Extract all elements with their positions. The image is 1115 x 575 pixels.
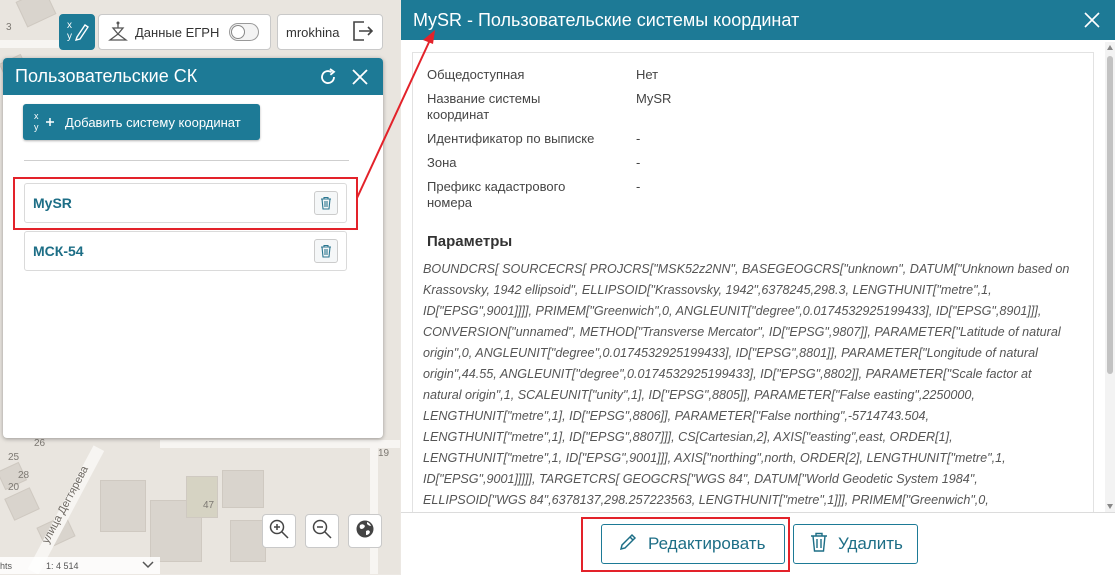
parameters-text: BOUNDCRS[ SOURCECRS[ PROJCRS["MSK52z2NN"… bbox=[423, 262, 1070, 507]
property-key: Идентификатор по выписке bbox=[427, 131, 595, 146]
trash-icon[interactable] bbox=[314, 239, 338, 263]
property-value: - bbox=[636, 131, 641, 146]
cadastre-icon bbox=[107, 20, 129, 45]
scroll-up-arrow[interactable] bbox=[1107, 45, 1113, 50]
trash-icon[interactable] bbox=[314, 191, 338, 215]
custom-cs-panel-header: Пользовательские СК bbox=[3, 58, 383, 95]
svg-text:x: x bbox=[67, 20, 72, 31]
map-house-number: 28 bbox=[18, 470, 30, 481]
details-scrollbar[interactable] bbox=[1105, 42, 1115, 512]
user-logout-button[interactable]: mrokhina bbox=[277, 14, 383, 50]
add-coordinate-system-button[interactable]: xy Добавить систему координат bbox=[23, 104, 260, 140]
map-road bbox=[160, 440, 400, 448]
map-scale-text: 1: 4 514 bbox=[46, 560, 79, 571]
map-house-number: 26 bbox=[34, 438, 46, 449]
egrn-data-toggle[interactable]: Данные ЕГРН bbox=[98, 14, 271, 50]
parameters-title: Параметры bbox=[427, 233, 513, 250]
xy-plus-icon: xy bbox=[33, 109, 55, 136]
cs-list-item[interactable]: МСК-54 bbox=[24, 231, 347, 271]
cs-details-header: MySR - Пользовательские системы координа… bbox=[401, 0, 1115, 40]
refresh-icon[interactable] bbox=[317, 66, 339, 88]
map-house-number: 19 bbox=[378, 448, 390, 459]
svg-text:y: y bbox=[34, 122, 39, 132]
globe-icon bbox=[354, 518, 376, 545]
egrn-switch[interactable] bbox=[229, 23, 260, 41]
edit-button[interactable]: Редактировать bbox=[601, 524, 785, 564]
close-icon[interactable] bbox=[349, 66, 371, 88]
cs-item-name: МСК-54 bbox=[33, 243, 84, 259]
map-house-number: 20 bbox=[8, 482, 20, 493]
user-name: mrokhina bbox=[286, 24, 340, 40]
map-building bbox=[222, 470, 264, 508]
svg-text:y: y bbox=[67, 31, 72, 42]
map-building bbox=[186, 476, 218, 518]
cs-details-panel: MySR - Пользовательские системы координа… bbox=[401, 0, 1115, 575]
property-value: Нет bbox=[636, 67, 659, 82]
map-house-number: 47 bbox=[203, 500, 215, 511]
zoom-out-icon bbox=[311, 518, 333, 545]
property-key: Зона bbox=[427, 155, 457, 170]
basemap-button[interactable] bbox=[348, 514, 382, 548]
coordinate-systems-button[interactable]: x y bbox=[59, 14, 95, 50]
map-building bbox=[230, 520, 266, 562]
map-house-number: 25 bbox=[8, 452, 20, 463]
add-button-label: Добавить систему координат bbox=[65, 114, 241, 130]
panel-title: Пользовательские СК bbox=[15, 66, 198, 86]
chevron-down-icon[interactable] bbox=[142, 560, 160, 571]
map-attribution: hts bbox=[0, 560, 13, 571]
property-value: - bbox=[636, 179, 641, 194]
cs-item-name: MySR bbox=[33, 195, 72, 211]
close-icon[interactable] bbox=[1081, 9, 1103, 31]
details-title: MySR - Пользовательские системы координа… bbox=[413, 9, 800, 30]
map-road bbox=[0, 40, 60, 48]
details-footer: Редактировать Удалить bbox=[401, 512, 1115, 575]
pencil-icon bbox=[618, 532, 638, 557]
property-key: Название системы координат bbox=[427, 91, 541, 122]
zoom-in-icon bbox=[268, 518, 290, 545]
delete-label: Удалить bbox=[838, 534, 903, 553]
property-value: MySR bbox=[636, 91, 672, 106]
trash-icon bbox=[810, 532, 828, 557]
property-key: Общедоступная bbox=[427, 67, 525, 82]
property-key: Префикс кадастрового номера bbox=[427, 179, 566, 210]
divider bbox=[24, 160, 349, 161]
map-building bbox=[100, 480, 146, 532]
egrn-label: Данные ЕГРН bbox=[135, 24, 220, 40]
map-scale-bar: hts 1: 4 514 bbox=[0, 557, 160, 574]
zoom-in-button[interactable] bbox=[262, 514, 296, 548]
custom-cs-panel: Пользовательские СК xy Добавить систему … bbox=[3, 58, 383, 438]
svg-text:x: x bbox=[34, 111, 39, 121]
cs-details-card: Общедоступная Нет Название системы коорд… bbox=[412, 52, 1094, 513]
logout-icon bbox=[350, 19, 374, 46]
map-house-number: 3 bbox=[6, 22, 12, 33]
map-road bbox=[370, 440, 378, 574]
scroll-down-arrow[interactable] bbox=[1107, 504, 1113, 509]
zoom-out-button[interactable] bbox=[305, 514, 339, 548]
xy-edit-icon: x y bbox=[64, 17, 90, 48]
cs-list-item[interactable]: MySR bbox=[24, 183, 347, 223]
edit-label: Редактировать bbox=[648, 534, 766, 553]
property-value: - bbox=[636, 155, 641, 170]
map-building bbox=[15, 0, 57, 28]
scroll-thumb[interactable] bbox=[1107, 56, 1113, 374]
delete-button[interactable]: Удалить bbox=[793, 524, 918, 564]
